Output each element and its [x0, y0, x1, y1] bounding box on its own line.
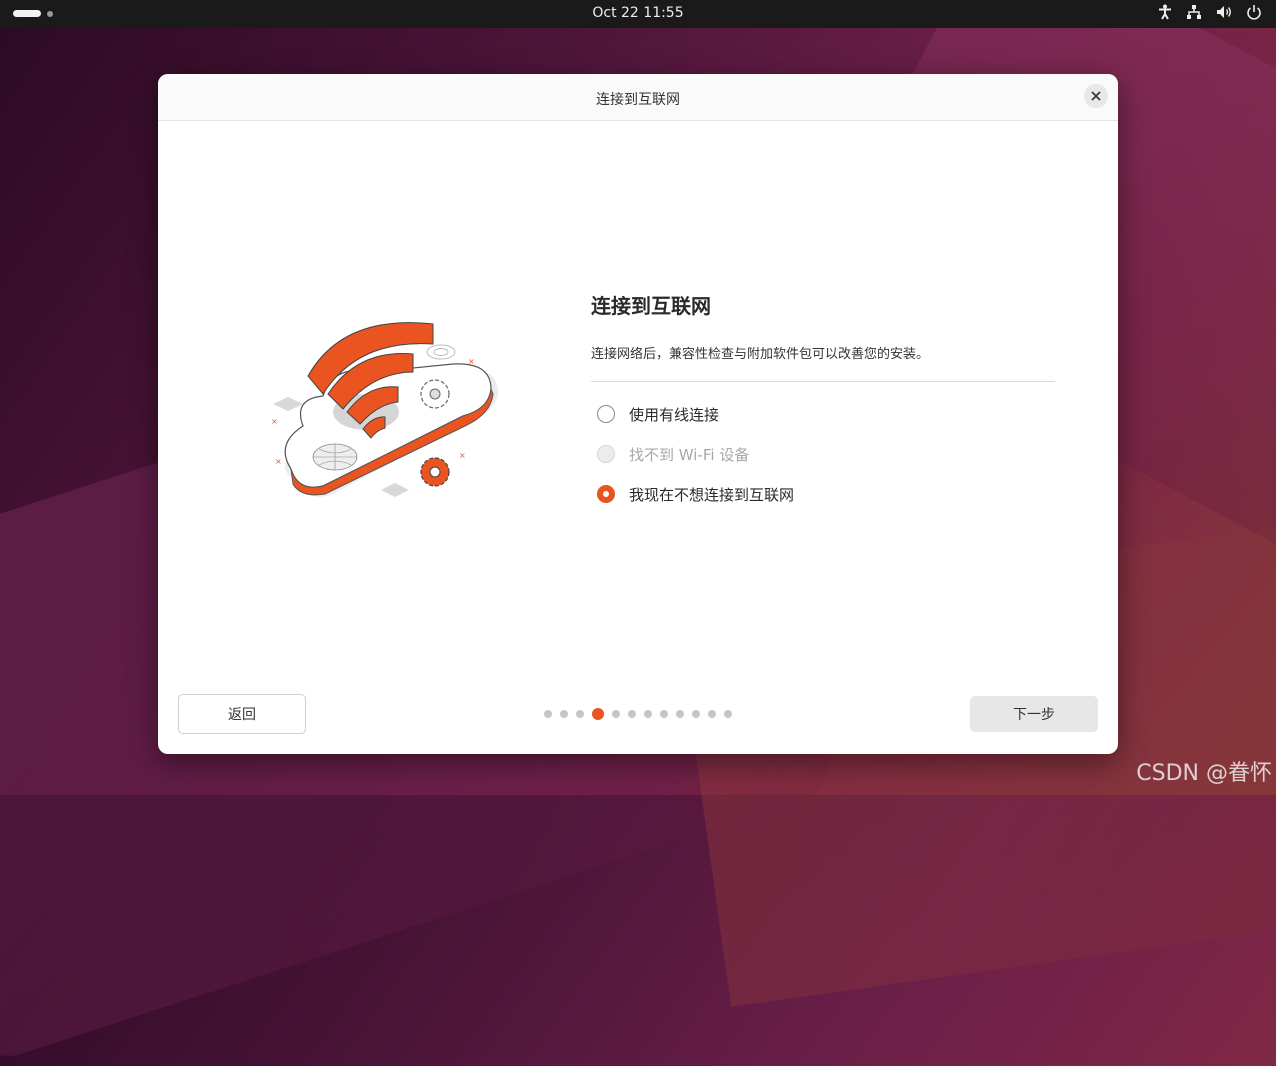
radio-no-connection[interactable]	[597, 485, 615, 503]
option-label: 找不到 Wi-Fi 设备	[629, 445, 750, 464]
option-label: 使用有线连接	[629, 405, 720, 424]
svg-text:×: ×	[468, 357, 475, 366]
progress-dot	[544, 710, 552, 718]
system-tray[interactable]	[1158, 4, 1262, 20]
cloud-wifi-illustration: × × × ×	[263, 294, 503, 514]
network-icon[interactable]	[1186, 4, 1202, 20]
svg-text:×: ×	[271, 417, 278, 426]
top-bar: Oct 22 11:55	[0, 0, 1276, 28]
progress-dot-current	[592, 708, 604, 720]
progress-dot	[724, 710, 732, 718]
volume-icon[interactable]	[1216, 4, 1232, 20]
progress-dot	[612, 710, 620, 718]
option-label: 我现在不想连接到互联网	[629, 485, 795, 504]
option-wired[interactable]: 使用有线连接	[591, 404, 1055, 424]
progress-dot	[708, 710, 716, 718]
progress-dot	[692, 710, 700, 718]
option-wifi: 找不到 Wi-Fi 设备	[591, 444, 1055, 464]
progress-dot	[676, 710, 684, 718]
close-icon	[1091, 91, 1101, 101]
page-description: 连接网络后，兼容性检查与附加软件包可以改善您的安装。	[591, 347, 930, 362]
progress-dot	[576, 710, 584, 718]
back-button[interactable]: 返回	[178, 694, 306, 734]
progress-dot	[644, 710, 652, 718]
content-panel: 连接到互联网 连接网络后，兼容性检查与附加软件包可以改善您的安装。 使用有线连接…	[591, 290, 1055, 524]
progress-dot	[628, 710, 636, 718]
connection-options: 使用有线连接 找不到 Wi-Fi 设备 我现在不想连接到互联网	[591, 404, 1055, 504]
power-icon[interactable]	[1246, 4, 1262, 20]
svg-text:×: ×	[275, 457, 282, 466]
option-no-connection[interactable]: 我现在不想连接到互联网	[591, 484, 1055, 504]
progress-dot	[560, 710, 568, 718]
clock[interactable]: Oct 22 11:55	[0, 5, 1276, 21]
window-title: 连接到互联网	[596, 92, 680, 108]
accessibility-icon[interactable]	[1158, 4, 1172, 20]
radio-wifi	[597, 445, 615, 463]
close-button[interactable]	[1084, 84, 1108, 108]
divider	[591, 381, 1055, 382]
progress-dots	[544, 708, 732, 720]
dialog-header: 连接到互联网	[158, 74, 1118, 121]
watermark: CSDN @眷怀	[1136, 761, 1272, 786]
installer-dialog: 连接到互联网 × × × × 连接到互联网 连接网络后，兼容性检查与附加软件包可…	[158, 74, 1118, 754]
page-heading: 连接到互联网	[591, 294, 711, 318]
svg-text:×: ×	[459, 451, 466, 460]
radio-wired[interactable]	[597, 405, 615, 423]
progress-dot	[660, 710, 668, 718]
next-button[interactable]: 下一步	[970, 696, 1098, 732]
